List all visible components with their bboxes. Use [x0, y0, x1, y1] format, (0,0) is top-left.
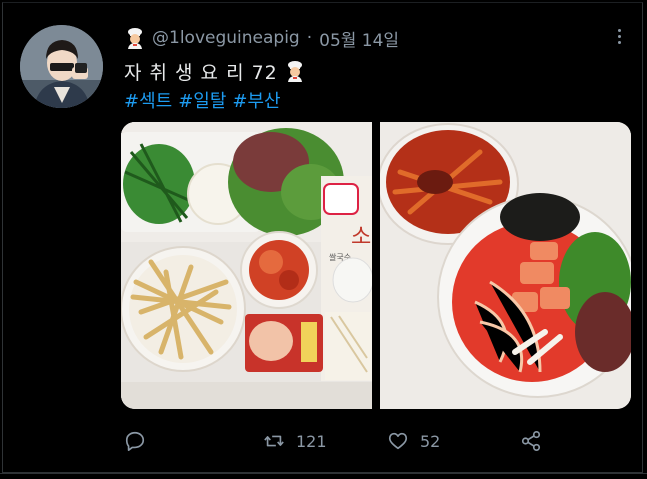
retweet-count: 121 — [296, 431, 327, 451]
hashtag-list: #섹트 #일탈 #부산 — [124, 88, 287, 112]
like-button[interactable]: 52 — [386, 426, 440, 456]
tweet-text: 자 취 생 요 리 72 — [124, 58, 306, 84]
hashtag[interactable]: #부산 — [232, 87, 280, 113]
divider — [0, 473, 647, 474]
more-options-icon[interactable] — [609, 25, 629, 47]
separator-dot: · — [306, 28, 313, 48]
tweet-date[interactable]: 05월 14일 — [319, 26, 399, 51]
user-handle[interactable]: @1loveguineapig — [152, 28, 300, 48]
tweet-header: @1loveguineapig · 05월 14일 — [124, 25, 399, 51]
chef-emoji-icon — [124, 27, 146, 49]
reply-icon — [125, 431, 145, 451]
retweet-button[interactable]: 121 — [262, 426, 327, 456]
heart-icon — [388, 432, 408, 450]
like-count: 52 — [420, 431, 441, 451]
package-label: 소 — [351, 225, 371, 250]
tweet-body: 자 취 생 요 리 72 — [124, 61, 278, 84]
tweet-actions: 121 52 — [124, 426, 544, 456]
spicy-noodle-dish-photo[interactable] — [377, 122, 631, 409]
share-icon — [521, 431, 541, 451]
food-ingredients-photo[interactable]: 소 쌀국수 — [121, 122, 374, 409]
hashtag[interactable]: #섹트 — [124, 87, 172, 113]
hashtag[interactable]: #일탈 — [178, 87, 226, 113]
retweet-icon — [264, 435, 284, 447]
reply-button[interactable] — [124, 426, 156, 456]
avatar-illustration — [20, 25, 103, 108]
media-grid: 소 쌀국수 — [121, 122, 631, 409]
chef-emoji-icon — [284, 60, 306, 82]
share-button[interactable] — [520, 426, 542, 456]
avatar[interactable] — [20, 25, 103, 108]
